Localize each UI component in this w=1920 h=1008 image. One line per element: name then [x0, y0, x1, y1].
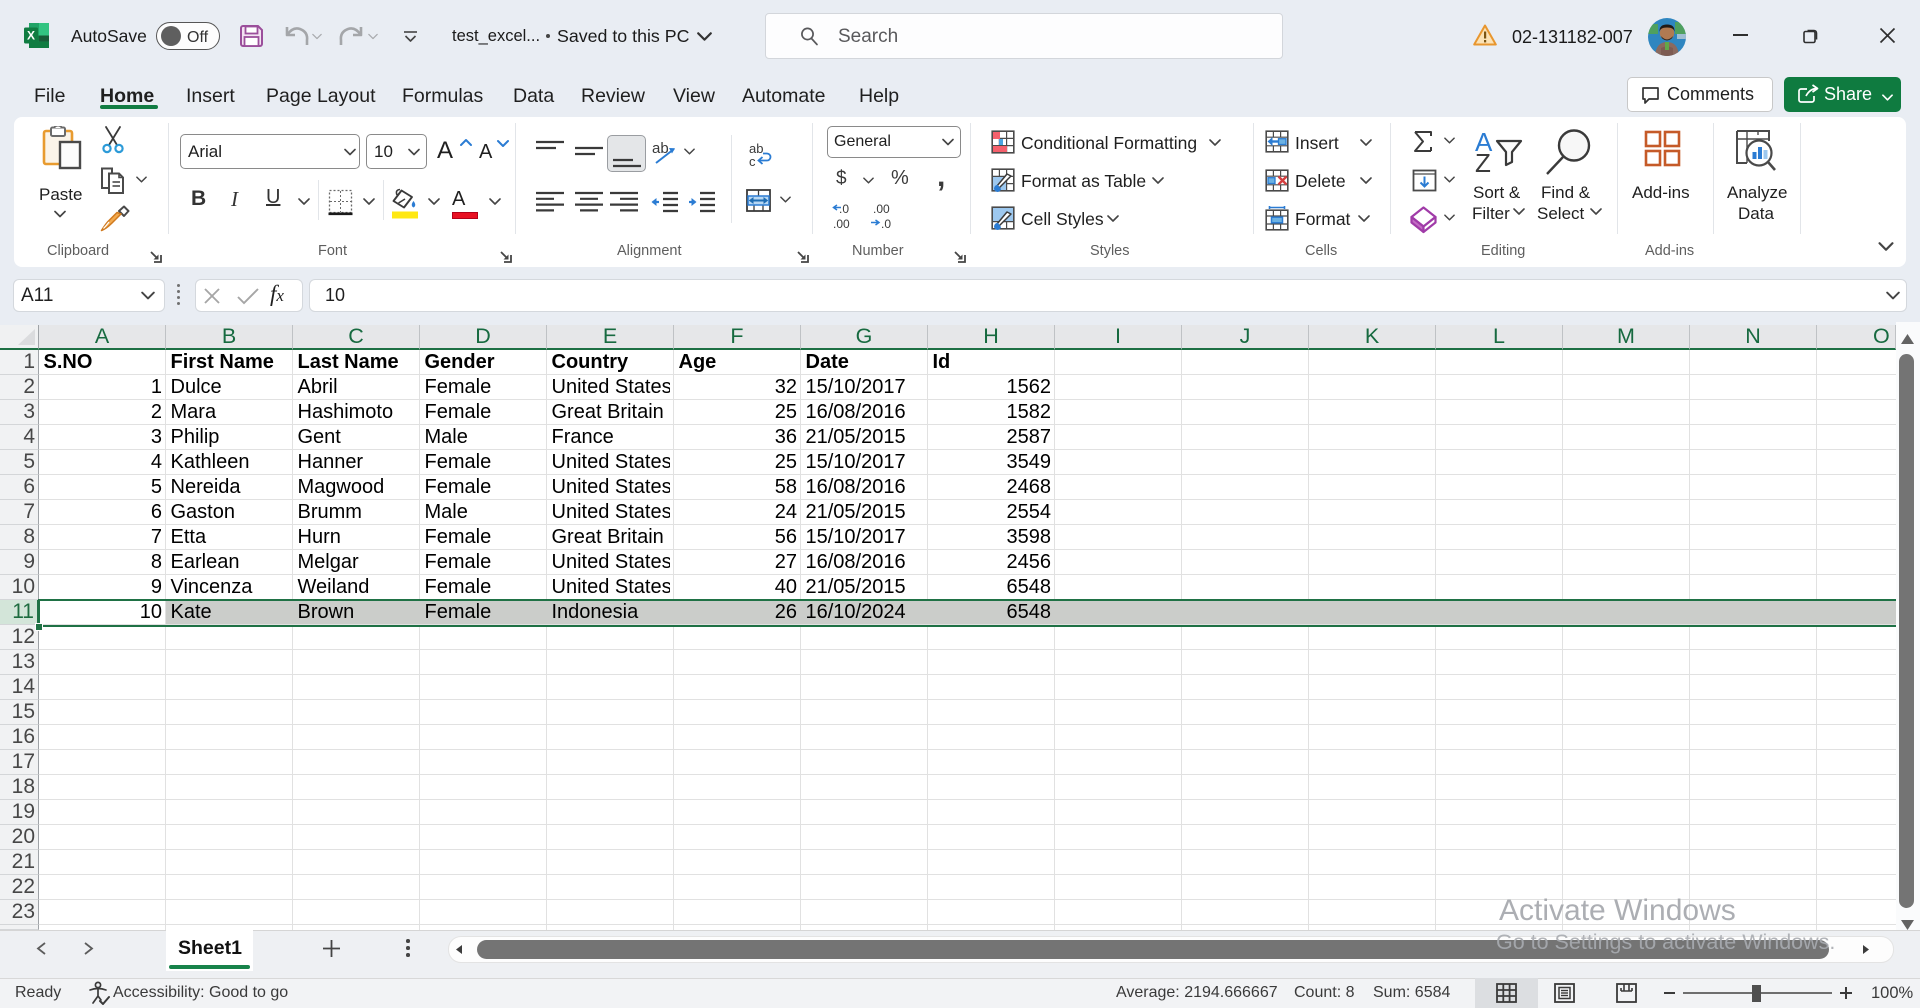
svg-text:.00: .00	[873, 202, 890, 216]
svg-text:Z: Z	[1475, 148, 1491, 173]
svg-text:.00: .00	[833, 217, 850, 231]
svg-text:.0: .0	[881, 217, 891, 231]
svg-text:.0: .0	[839, 202, 849, 216]
svg-text:c: c	[749, 154, 756, 167]
svg-text:X: X	[27, 29, 35, 43]
